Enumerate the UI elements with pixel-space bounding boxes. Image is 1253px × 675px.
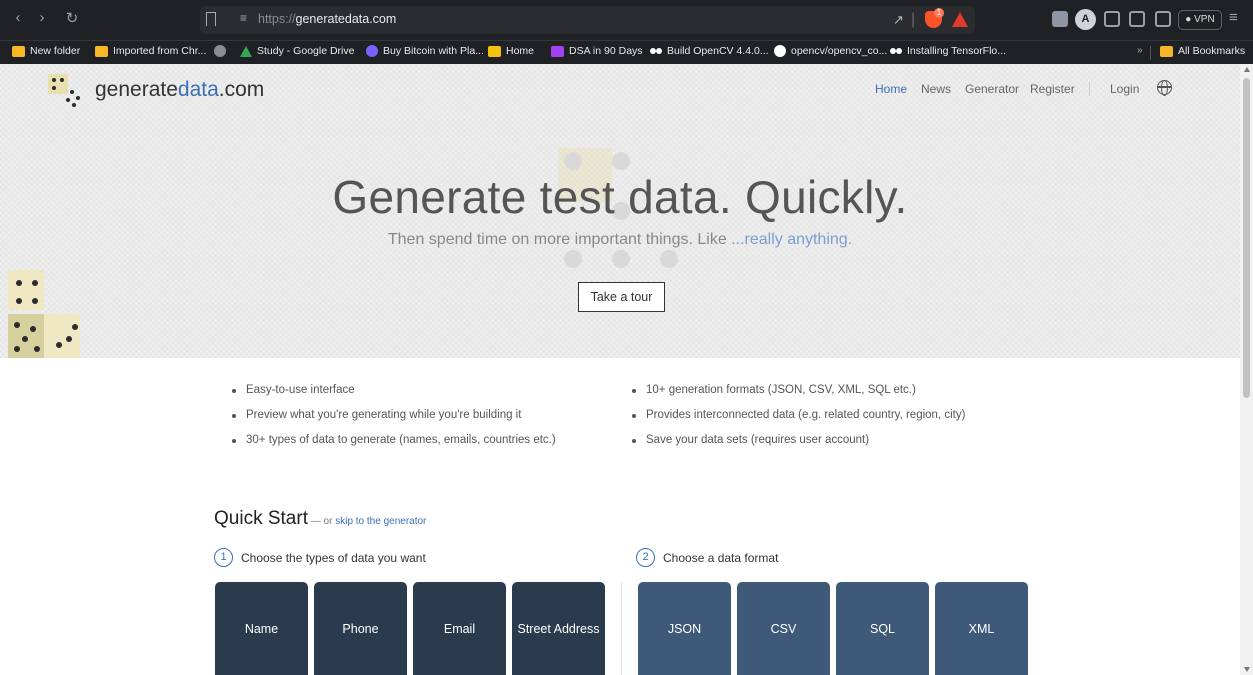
format-xml-tile[interactable]: XML [935,582,1028,675]
bookmark-opencv-github[interactable]: opencv/opencv_co... [774,45,887,57]
globe-icon [214,45,226,57]
feature-item: Provides interconnected data (e.g. relat… [630,409,965,434]
hero-title: Generate test data. Quickly. [332,171,908,223]
sidebar-toggle-icon[interactable] [1129,11,1145,27]
format-sql-tile[interactable]: SQL [836,582,929,675]
take-a-tour-button[interactable]: Take a tour [578,282,665,312]
skip-to-generator-link[interactable]: skip to the generator [335,516,426,527]
github-icon [774,45,786,57]
step-two: 2 Choose a data format [636,548,778,567]
step-number: 2 [636,548,655,567]
step-one: 1 Choose the types of data you want [214,548,426,567]
features-list-right: 10+ generation formats (JSON, CSV, XML, … [630,384,965,459]
quick-start-title: Quick Start — or skip to the generator [214,508,427,529]
hero-section: generatedata.com Home News Generator Reg… [0,64,1240,358]
forward-icon[interactable]: › [32,9,52,26]
shield-count-badge: 1 [934,8,944,18]
tiles-divider [621,582,622,675]
step-number: 1 [214,548,233,567]
back-icon[interactable]: ‹ [8,9,28,26]
bookmarks-bar: New folder Imported from Chr... Study - … [0,40,1253,64]
step-label: Choose a data format [663,550,779,565]
url-text[interactable]: https://generatedata.com [258,12,396,26]
feature-item: 30+ types of data to generate (names, em… [230,434,556,459]
bookmark-buy-bitcoin[interactable]: Buy Bitcoin with Pla... [366,45,484,57]
drive-icon [240,45,252,57]
bookmark-study-drive[interactable]: Study - Google Drive [240,45,354,57]
nav-divider [1089,82,1090,96]
bookmark-opencv-build[interactable]: Build OpenCV 4.4.0... [650,45,769,57]
brave-rewards-icon[interactable] [952,12,968,27]
bookmarks-overflow-icon[interactable]: » [1137,45,1143,56]
wallet-icon[interactable] [1155,11,1171,27]
home-icon [488,45,501,57]
site-logo-text[interactable]: generatedata.com [95,78,264,102]
reload-icon[interactable]: ↻ [62,9,82,27]
folder-icon [12,45,25,57]
page-scrollbar[interactable] [1240,64,1253,675]
nav-news[interactable]: News [921,82,951,96]
profile-avatar[interactable]: A [1075,9,1096,30]
bookmark-dsa[interactable]: DSA in 90 Days [551,45,643,57]
feature-item: Preview what you're generating while you… [230,409,556,434]
format-json-tile[interactable]: JSON [638,582,731,675]
bookmark-icon[interactable] [206,12,216,26]
data-type-name-tile[interactable]: Name [215,582,308,675]
bookmarks-divider [1150,46,1151,60]
share-icon[interactable]: ↗ [893,12,904,28]
web-page: generatedata.com Home News Generator Reg… [0,64,1240,675]
scrollbar-thumb[interactable] [1243,78,1250,398]
data-type-street-address-tile[interactable]: Street Address [512,582,605,675]
format-csv-tile[interactable]: CSV [737,582,830,675]
dots-icon [650,48,656,54]
data-type-phone-tile[interactable]: Phone [314,582,407,675]
bookmark-globe[interactable] [214,45,226,57]
coin-icon [366,45,378,57]
nav-register[interactable]: Register [1030,82,1075,96]
address-bar[interactable]: ≡ https://generatedata.com ↗ | 1 [200,6,975,34]
vpn-button[interactable]: ● VPN [1178,10,1222,30]
nav-generator[interactable]: Generator [965,82,1019,96]
nav-login[interactable]: Login [1110,82,1139,96]
extension-icon[interactable] [1052,11,1068,27]
scroll-up-icon[interactable] [1244,67,1250,72]
dsa-icon [551,45,564,57]
scroll-down-icon[interactable] [1244,667,1250,672]
brave-shield-icon[interactable]: 1 [925,8,944,28]
bookmark-tensorflow[interactable]: Installing TensorFlo... [890,45,1006,57]
bookmark-imported[interactable]: Imported from Chr... [95,45,206,57]
hero-subtitle: Then spend time on more important things… [387,231,853,248]
menu-icon[interactable]: ≡ [1229,9,1238,26]
nav-home[interactable]: Home [875,82,907,96]
site-settings-icon[interactable]: ≡ [240,11,247,25]
feature-item: Easy-to-use interface [230,384,556,409]
extensions-puzzle-icon[interactable] [1104,11,1120,27]
feature-item: Save your data sets (requires user accou… [630,434,965,459]
dice-logo-icon[interactable] [46,72,86,108]
feature-item: 10+ generation formats (JSON, CSV, XML, … [630,384,965,409]
features-list-left: Easy-to-use interface Preview what you'r… [230,384,556,459]
address-divider: | [911,11,916,28]
bookmark-new-folder[interactable]: New folder [12,45,80,57]
step-label: Choose the types of data you want [241,550,426,565]
dots-icon [890,48,896,54]
folder-icon [1160,45,1173,57]
browser-toolbar: ‹ › ↻ ≡ https://generatedata.com ↗ | 1 A… [0,0,1253,40]
bookmark-home[interactable]: Home [488,45,534,57]
corner-dice-graphic [8,270,88,358]
bookmark-all[interactable]: All Bookmarks [1160,45,1245,57]
folder-icon [95,45,108,57]
language-globe-icon[interactable] [1157,80,1172,96]
really-anything-link[interactable]: ...really anything. [731,231,852,248]
data-type-email-tile[interactable]: Email [413,582,506,675]
